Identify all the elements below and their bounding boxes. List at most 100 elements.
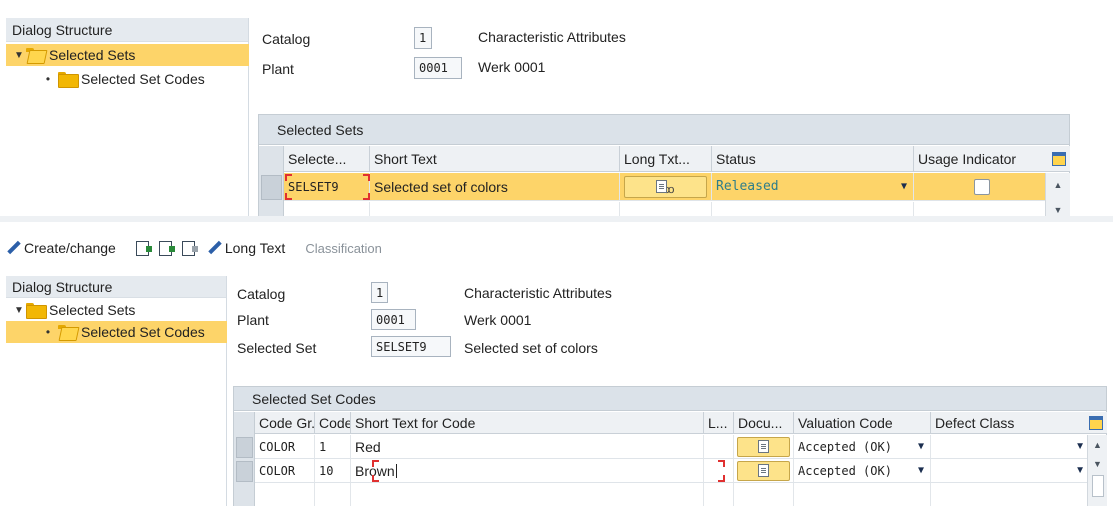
bullet-icon: • (45, 72, 51, 86)
tree-node-selected-set-codes[interactable]: • Selected Set Codes (6, 321, 227, 343)
column-header-short-text[interactable]: Short Text (370, 146, 620, 171)
open-folder-icon (58, 325, 77, 339)
row-select-button[interactable] (236, 461, 253, 482)
plant-description: Werk 0001 (478, 59, 546, 75)
plant-field[interactable]: 0001 (414, 57, 462, 79)
cell-l (704, 435, 734, 458)
selected-set-field[interactable]: SELSET9 (371, 336, 451, 357)
column-header-status[interactable]: Status (712, 146, 914, 171)
expand-triangle-icon[interactable]: ▼ (14, 305, 26, 316)
plant-field[interactable]: 0001 (371, 309, 416, 330)
cell-status[interactable]: Released ▼ (712, 173, 914, 200)
column-header-valuation-code[interactable]: Valuation Code (794, 412, 931, 433)
tree-node-selected-set-codes[interactable]: • Selected Set Codes (6, 68, 205, 90)
catalog-label: Catalog (262, 31, 311, 47)
usage-indicator-checkbox[interactable] (973, 178, 990, 195)
table-row-empty (255, 483, 1087, 506)
row-select-button[interactable] (261, 175, 282, 200)
cell-short-text[interactable]: Brown (351, 459, 704, 482)
folder-icon (26, 303, 47, 319)
cell-text: SELSET9 (288, 179, 339, 194)
empty-cell (794, 483, 931, 506)
tree-node-label: Selected Set Codes (81, 71, 205, 87)
document-icon (656, 180, 668, 193)
valuation-value: Accepted (OK) (798, 463, 892, 478)
cell-code-group[interactable]: COLOR (255, 459, 315, 482)
cell-defect-class[interactable]: ▼ (931, 459, 1087, 482)
cell-valuation-code[interactable]: Accepted (OK) ▼ (794, 459, 931, 482)
dropdown-arrow-icon[interactable]: ▼ (1075, 441, 1085, 452)
column-header-l[interactable]: L... (704, 412, 734, 433)
scroll-up-icon[interactable]: ▲ (1093, 441, 1102, 450)
table-row[interactable]: COLOR 10 Brown Accepted (OK) ▼ ▼ (255, 459, 1087, 483)
status-value: Released (716, 179, 779, 194)
cell-selected-set[interactable]: SELSET9 (284, 173, 370, 200)
column-header-usage-indicator[interactable]: Usage Indicator (914, 146, 1070, 171)
dropdown-arrow-icon[interactable]: ▼ (918, 441, 924, 452)
table-settings-icon[interactable] (1089, 415, 1103, 430)
bullet-icon: • (45, 325, 51, 339)
column-header-code[interactable]: Code (315, 412, 351, 433)
cell-documentation (734, 459, 794, 482)
documentation-button[interactable] (737, 460, 790, 481)
selected-set-codes-table: Selected Set Codes Code Gr... Code Short… (233, 386, 1107, 506)
tree-node-selected-sets[interactable]: ▼ Selected Sets (6, 300, 135, 320)
cell-defect-class[interactable]: ▼ (931, 435, 1087, 458)
column-header-defect-class[interactable]: Defect Class (931, 412, 1107, 433)
deselect-all-button[interactable] (181, 240, 201, 256)
edit-text-icon (207, 241, 221, 255)
table-header: Code Gr... Code Short Text for Code L...… (255, 412, 1107, 434)
table-row[interactable]: COLOR 1 Red Accepted (OK) ▼ ▼ (255, 435, 1087, 459)
select-block-button[interactable] (158, 240, 178, 256)
dropdown-arrow-icon[interactable]: ▼ (1075, 465, 1085, 476)
column-header-code-group[interactable]: Code Gr... (255, 412, 315, 433)
select-all-icon (135, 240, 152, 256)
row-selector-column (234, 412, 255, 506)
cell-code[interactable]: 10 (315, 459, 351, 482)
required-marker (372, 475, 379, 482)
tree-node-label: Selected Sets (49, 47, 136, 63)
scroll-thumb[interactable] (1091, 475, 1104, 497)
plant-label: Plant (262, 61, 294, 77)
column-header-documentation[interactable]: Docu... (734, 412, 794, 433)
catalog-description: Characteristic Attributes (464, 285, 612, 301)
dropdown-arrow-icon[interactable]: ▼ (901, 181, 907, 192)
pencil-icon (6, 241, 20, 255)
vertical-scrollbar[interactable]: ▲ ▼ (1045, 173, 1070, 217)
tree-node-selected-sets[interactable]: ▼ Selected Sets (6, 44, 249, 66)
table-row-empty (284, 202, 1045, 216)
column-header-short-text[interactable]: Short Text for Code (351, 412, 704, 433)
scroll-down-icon[interactable]: ▼ (1054, 206, 1063, 215)
scroll-up-icon[interactable]: ▲ (1054, 181, 1063, 190)
cell-short-text[interactable]: Selected set of colors (370, 173, 620, 200)
catalog-field[interactable]: 1 (371, 282, 388, 303)
scroll-down-icon[interactable]: ▼ (1093, 460, 1102, 469)
cell-usage-indicator (914, 173, 1045, 200)
table-row[interactable]: SELSET9 Selected set of colors ꝏ Release… (284, 173, 1045, 201)
long-text-toolbar-button[interactable]: Long Text (207, 240, 285, 256)
cell-code-group[interactable]: COLOR (255, 435, 315, 458)
select-all-button[interactable] (135, 240, 155, 256)
create-change-button[interactable]: Create/change (6, 240, 116, 256)
catalog-field[interactable]: 1 (414, 27, 432, 49)
dialog-structure-panel: Dialog Structure ▼ Selected Sets • Selec… (6, 276, 227, 506)
cell-code[interactable]: 1 (315, 435, 351, 458)
document-icon (758, 440, 769, 453)
required-marker (363, 174, 370, 181)
classification-button[interactable]: Classification (305, 241, 382, 256)
expand-triangle-icon[interactable]: ▼ (14, 50, 26, 61)
table-settings-icon[interactable] (1052, 151, 1066, 166)
vertical-scrollbar[interactable]: ▲ ▼ (1087, 435, 1107, 506)
cell-valuation-code[interactable]: Accepted (OK) ▼ (794, 435, 931, 458)
bottom-screen: Dialog Structure ▼ Selected Sets • Selec… (0, 268, 1113, 506)
tree-node-label: Selected Set Codes (81, 324, 205, 340)
row-select-button[interactable] (236, 437, 253, 458)
column-header-long-text[interactable]: Long Txt... (620, 146, 712, 171)
dropdown-arrow-icon[interactable]: ▼ (918, 465, 924, 476)
column-header-selected-set[interactable]: Selecte... (284, 146, 370, 171)
required-marker (285, 193, 292, 200)
cell-short-text[interactable]: Red (351, 435, 704, 458)
long-text-button[interactable]: ꝏ (624, 175, 707, 198)
documentation-button[interactable] (737, 436, 790, 457)
cell-documentation (734, 435, 794, 458)
